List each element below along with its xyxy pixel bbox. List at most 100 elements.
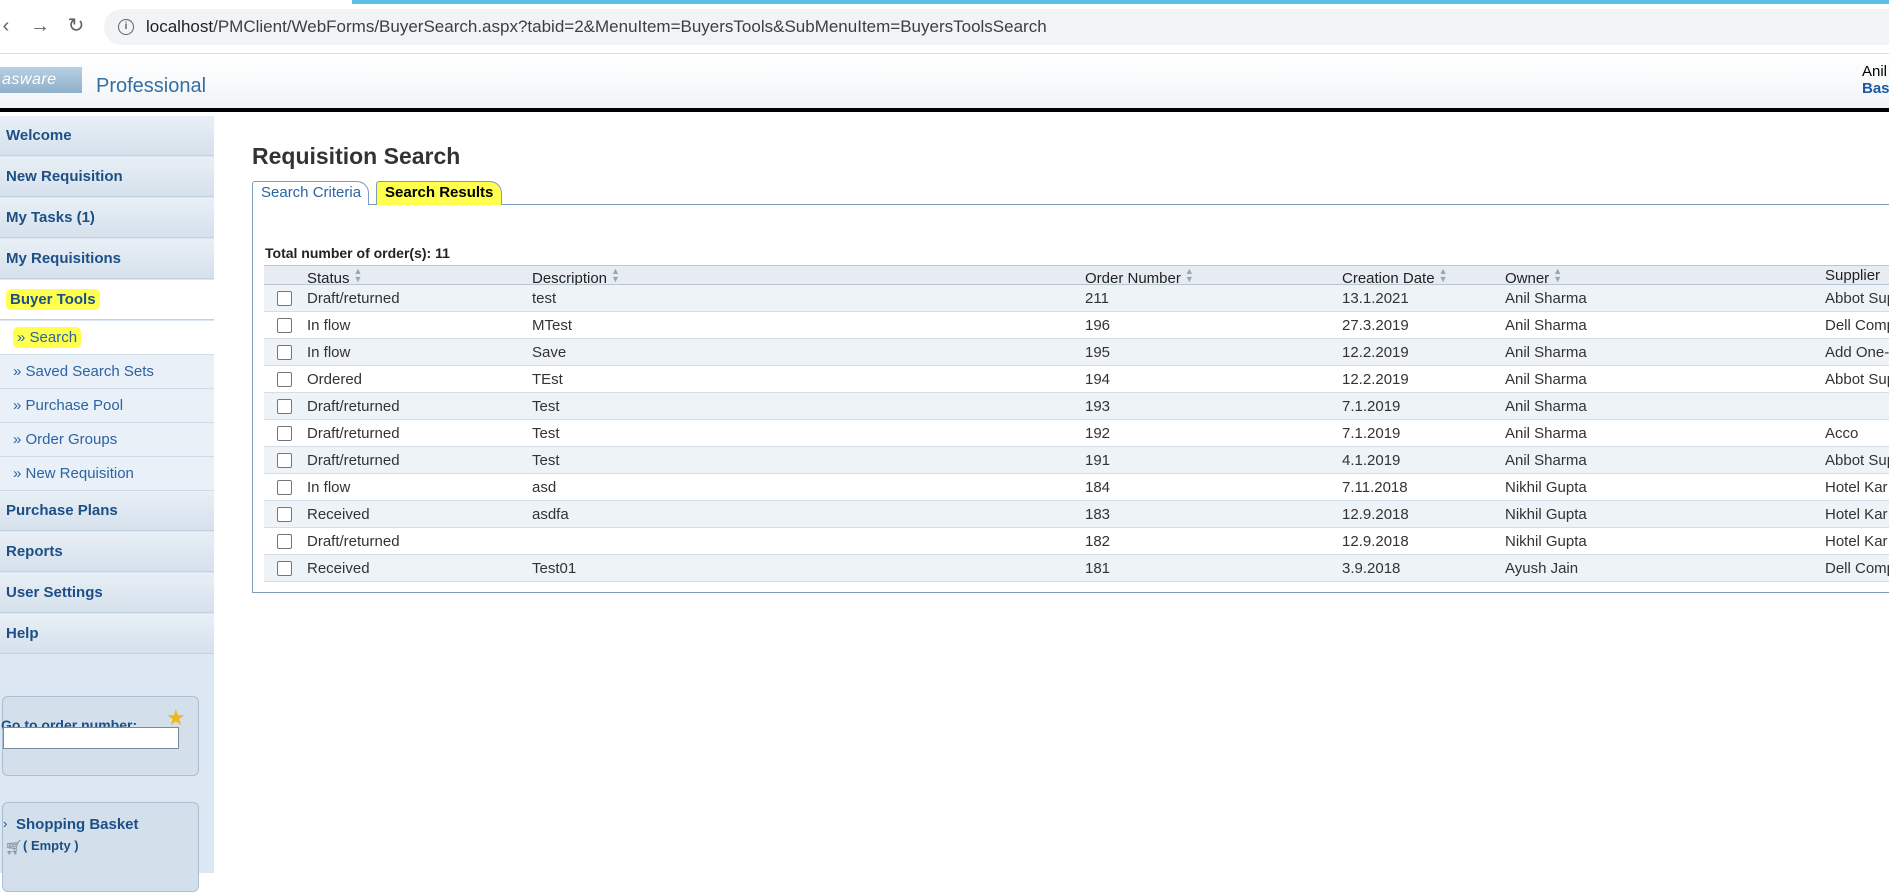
sidebar-subitem-search[interactable]: » Search bbox=[0, 321, 214, 355]
cell-creation-date: 12.9.2018 bbox=[1342, 506, 1409, 523]
table-row[interactable]: Draft/returned Test 193 7.1.2019 Anil Sharma bbox=[264, 393, 1889, 420]
cell-creation-date: 12.2.2019 bbox=[1342, 344, 1409, 361]
chevron-right-icon: › bbox=[3, 816, 8, 831]
reload-icon[interactable]: ↻ bbox=[64, 14, 88, 38]
cell-creation-date: 7.1.2019 bbox=[1342, 398, 1401, 415]
back-arrow-icon[interactable]: ‹ bbox=[0, 14, 18, 38]
sidebar-item-buyer-tools-label: Buyer Tools bbox=[6, 289, 100, 310]
cell-creation-date: 7.11.2018 bbox=[1342, 479, 1408, 496]
sidebar-item-help[interactable]: Help bbox=[0, 614, 214, 654]
table-row[interactable]: Draft/returned 182 12.9.2018 Nikhil Gupta Ho… bbox=[264, 528, 1889, 555]
sidebar-subitem-search-label: » Search bbox=[13, 327, 82, 348]
cell-owner: Nikhil Gupta bbox=[1505, 506, 1587, 523]
sidebar-item-new-requisition[interactable]: New Requisition bbox=[0, 157, 214, 197]
row-checkbox[interactable] bbox=[277, 291, 292, 306]
info-icon[interactable]: i bbox=[118, 19, 134, 35]
column-header-supplier[interactable]: Supplier bbox=[1825, 267, 1880, 284]
row-checkbox[interactable] bbox=[277, 561, 292, 576]
sort-icon[interactable]: ▲ ▼ bbox=[611, 267, 620, 284]
column-header-creation-date[interactable]: Creation Date ▲ ▼ bbox=[1342, 267, 1448, 288]
column-header-owner[interactable]: Owner ▲ ▼ bbox=[1505, 267, 1562, 288]
sidebar-item-reports[interactable]: Reports bbox=[0, 532, 214, 572]
table-row[interactable]: Ordered TEst 194 12.2.2019 Anil Sharma Abbot … bbox=[264, 366, 1889, 393]
cell-status: Draft/returned bbox=[307, 425, 400, 442]
cell-supplier: Abbot Sup bbox=[1825, 290, 1889, 307]
cell-description: asdfa bbox=[532, 506, 569, 523]
cell-creation-date: 27.3.2019 bbox=[1342, 317, 1409, 334]
product-name: Professional bbox=[96, 75, 207, 97]
cell-owner: Anil Sharma bbox=[1505, 290, 1587, 307]
row-checkbox[interactable] bbox=[277, 372, 292, 387]
cell-supplier: Abbot Sup bbox=[1825, 452, 1889, 469]
sidebar-subitem-new-requisition[interactable]: » New Requisition bbox=[0, 457, 214, 491]
row-checkbox[interactable] bbox=[277, 345, 292, 360]
cell-status: Ordered bbox=[307, 371, 363, 388]
cell-description: asd bbox=[532, 479, 557, 496]
sort-icon[interactable]: ▲ ▼ bbox=[354, 267, 363, 284]
column-header-label: Supplier bbox=[1825, 267, 1881, 284]
row-checkbox[interactable] bbox=[277, 399, 292, 414]
column-header-order-number[interactable]: Order Number ▲ ▼ bbox=[1085, 267, 1194, 288]
table-row[interactable]: Received asdfa 183 12.9.2018 Nikhil Gupta Hot… bbox=[264, 501, 1889, 528]
sort-icon[interactable]: ▲ ▼ bbox=[1439, 267, 1448, 284]
basket-status: ( Empty ) bbox=[23, 838, 79, 853]
cell-order-number: 184 bbox=[1085, 479, 1111, 496]
url-text[interactable]: localhost/PMClient/WebForms/BuyerSearch.… bbox=[146, 17, 1047, 37]
table-row[interactable]: Draft/returned Test 192 7.1.2019 Anil Sharma… bbox=[264, 420, 1889, 447]
cell-owner: Anil Sharma bbox=[1505, 317, 1587, 334]
cell-owner: Anil Sharma bbox=[1505, 344, 1587, 361]
sidebar-subitem-order-groups[interactable]: » Order Groups bbox=[0, 423, 214, 457]
shopping-basket-link[interactable]: Shopping Basket bbox=[16, 816, 139, 833]
row-checkbox[interactable] bbox=[277, 453, 292, 468]
sidebar-item-welcome[interactable]: Welcome bbox=[0, 116, 214, 156]
cell-description: TEst bbox=[532, 371, 563, 388]
cell-status: Draft/returned bbox=[307, 398, 400, 415]
row-checkbox[interactable] bbox=[277, 426, 292, 441]
sidebar-subitem-purchase-pool[interactable]: » Purchase Pool bbox=[0, 389, 214, 423]
table-row[interactable]: Received Test01 181 3.9.2018 Ayush Jain Dell … bbox=[264, 555, 1889, 582]
table-row[interactable]: Draft/returned test 211 13.1.2021 Anil Sharm… bbox=[264, 285, 1889, 312]
forward-arrow-icon[interactable]: → bbox=[28, 14, 52, 38]
table-row[interactable]: In flow MTest 196 27.3.2019 Anil Sharma Dell … bbox=[264, 312, 1889, 339]
column-header-status[interactable]: Status ▲ ▼ bbox=[307, 267, 363, 288]
sidebar-item-my-tasks[interactable]: My Tasks (1) bbox=[0, 198, 214, 238]
column-header-description[interactable]: Description ▲ ▼ bbox=[532, 267, 620, 288]
cell-supplier: Dell Comp bbox=[1825, 317, 1889, 334]
row-checkbox[interactable] bbox=[277, 507, 292, 522]
table-row[interactable]: In flow Save 195 12.2.2019 Anil Sharma Add On… bbox=[264, 339, 1889, 366]
tab-search-criteria[interactable]: Search Criteria bbox=[252, 181, 369, 205]
user-name: Anil bbox=[1862, 63, 1888, 80]
sidebar-item-user-settings[interactable]: User Settings bbox=[0, 573, 214, 613]
user-link[interactable]: Bas bbox=[1862, 80, 1889, 97]
cell-owner: Nikhil Gupta bbox=[1505, 479, 1587, 496]
cell-supplier: Abbot Sup bbox=[1825, 371, 1889, 388]
table-row[interactable]: Draft/returned Test 191 4.1.2019 Anil Sharma… bbox=[264, 447, 1889, 474]
cell-order-number: 182 bbox=[1085, 533, 1111, 550]
cell-order-number: 191 bbox=[1085, 452, 1111, 469]
sidebar-item-buyer-tools[interactable]: Buyer Tools bbox=[0, 280, 214, 320]
cell-order-number: 196 bbox=[1085, 317, 1111, 334]
star-icon[interactable]: ★ bbox=[166, 707, 186, 729]
cell-order-number: 181 bbox=[1085, 560, 1111, 577]
cell-supplier: Add One- bbox=[1825, 344, 1889, 361]
address-bar[interactable]: i localhost/PMClient/WebForms/BuyerSearc… bbox=[104, 9, 1889, 45]
sort-icon[interactable]: ▲ ▼ bbox=[1185, 267, 1194, 284]
row-checkbox[interactable] bbox=[277, 534, 292, 549]
app-header: asware Professional Anil Bas bbox=[0, 55, 1889, 112]
cell-description: Test01 bbox=[532, 560, 577, 577]
row-checkbox[interactable] bbox=[277, 480, 292, 495]
sort-icon[interactable]: ▲ ▼ bbox=[1553, 267, 1562, 284]
cell-supplier: Acco bbox=[1825, 425, 1859, 442]
cell-status: Received bbox=[307, 560, 370, 577]
sidebar-item-purchase-plans[interactable]: Purchase Plans bbox=[0, 491, 214, 531]
row-checkbox[interactable] bbox=[277, 318, 292, 333]
tab-search-results[interactable]: Search Results bbox=[376, 181, 502, 205]
cell-creation-date: 4.1.2019 bbox=[1342, 452, 1401, 469]
goto-order-input[interactable] bbox=[3, 727, 179, 749]
sidebar-item-my-requisitions[interactable]: My Requisitions bbox=[0, 239, 214, 279]
cell-status: In flow bbox=[307, 317, 351, 334]
cell-description: test bbox=[532, 290, 557, 307]
sidebar-subitem-saved-search-sets[interactable]: » Saved Search Sets bbox=[0, 355, 214, 389]
table-row[interactable]: In flow asd 184 7.11.2018 Nikhil Gupta Hotel … bbox=[264, 474, 1889, 501]
cell-supplier: Hotel Kar bbox=[1825, 506, 1888, 523]
